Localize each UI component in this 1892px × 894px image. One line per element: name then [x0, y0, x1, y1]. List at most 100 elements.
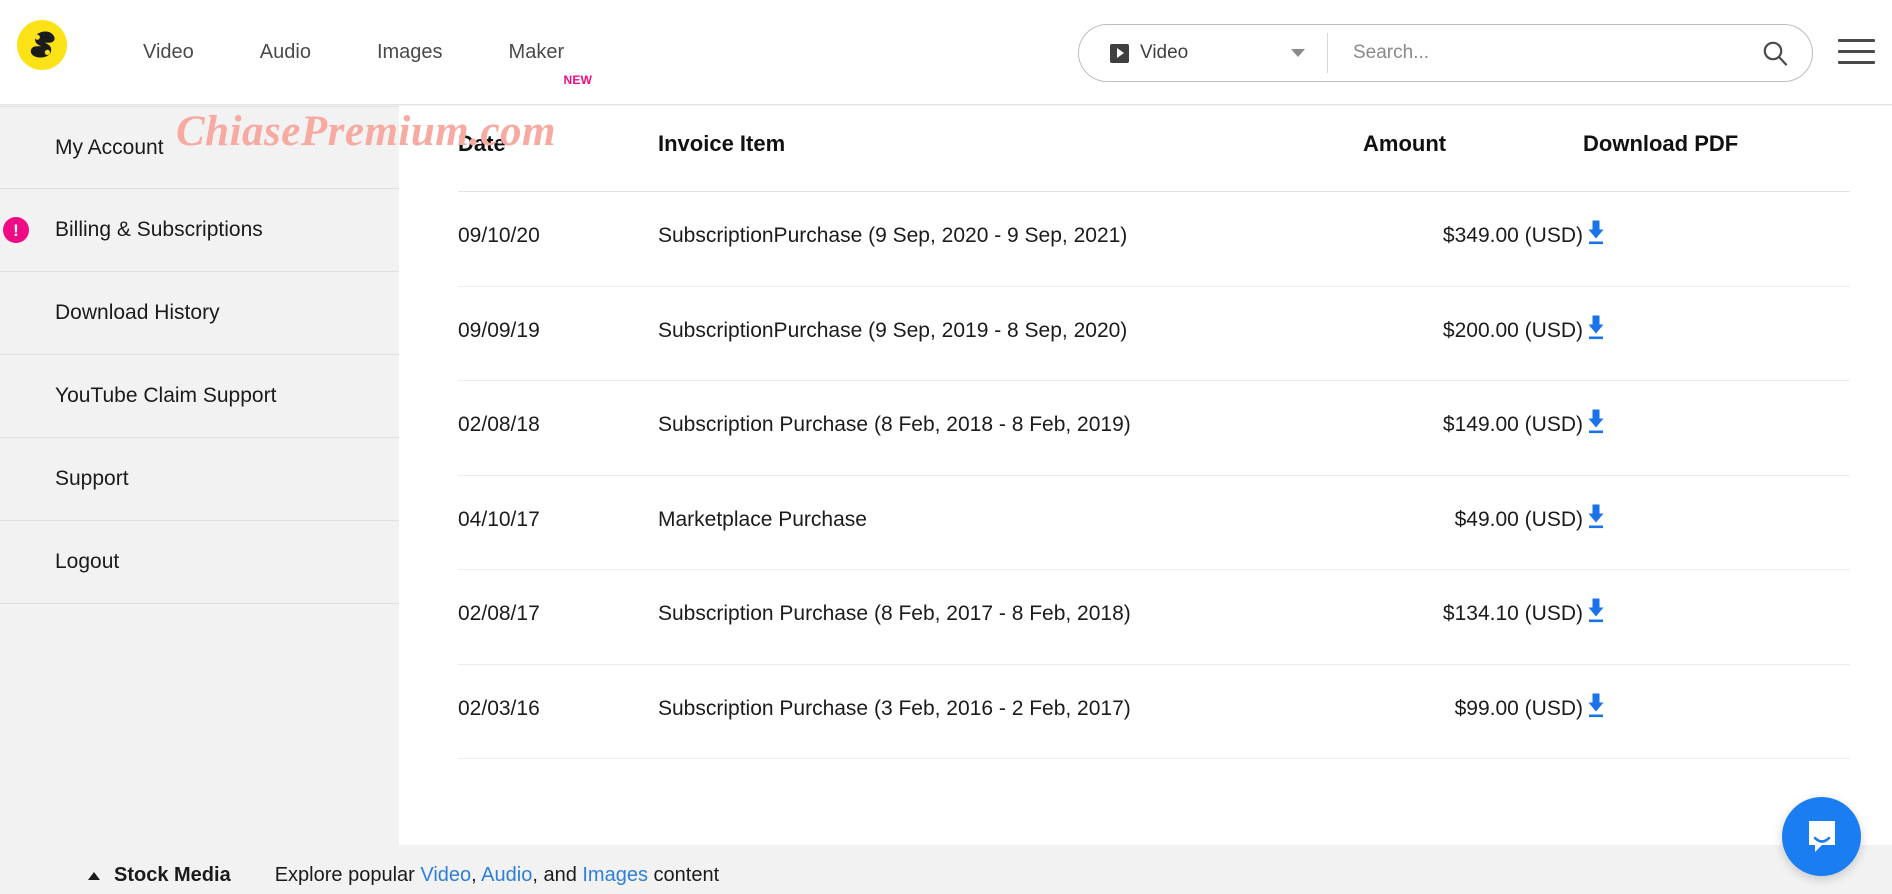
cell-date: 02/08/17	[458, 569, 658, 665]
search-icon	[1763, 41, 1788, 66]
billing-content-panel: Date Invoice Item Amount Download PDF 09…	[399, 106, 1892, 845]
sidebar-item-download-history[interactable]: Download History	[0, 272, 399, 355]
footer-description: Explore popular Video, Audio, and Images…	[275, 864, 719, 887]
cell-amount: $99.00 (USD)	[1363, 664, 1583, 759]
nav-label: Images	[376, 41, 443, 63]
table-row: 02/08/18 Subscription Purchase (8 Feb, 2…	[458, 380, 1850, 476]
cell-amount: $149.00 (USD)	[1363, 380, 1583, 476]
sidebar-item-label: My Account	[55, 135, 164, 159]
search-category-select[interactable]: Video	[1079, 25, 1327, 81]
download-arrow-icon	[1588, 598, 1604, 623]
column-header-date: Date	[458, 106, 658, 192]
table-row: 02/03/16 Subscription Purchase (3 Feb, 2…	[458, 664, 1850, 759]
download-pdf-button[interactable]	[1583, 220, 1609, 248]
hamburger-line	[1838, 38, 1875, 42]
download-pdf-button[interactable]	[1583, 693, 1609, 721]
table-row: 04/10/17 Marketplace Purchase $49.00 (US…	[458, 475, 1850, 570]
nav-label: Audio	[259, 41, 311, 63]
invoices-table: Date Invoice Item Amount Download PDF 09…	[458, 106, 1850, 759]
download-pdf-button[interactable]	[1583, 598, 1609, 626]
page-root: Video Audio Images Maker NEW Video Searc…	[0, 0, 1892, 894]
hamburger-line	[1838, 49, 1875, 53]
cell-date: 02/08/18	[458, 380, 658, 476]
cell-date: 09/09/19	[458, 286, 658, 381]
account-sidebar: My Account ! Billing & Subscriptions Dow…	[0, 106, 399, 848]
search-input[interactable]	[1328, 25, 1738, 81]
footer-desc-suffix: content	[647, 864, 720, 886]
footer-link-video[interactable]: Video	[420, 864, 471, 886]
sidebar-filler	[0, 604, 399, 864]
sidebar-item-logout[interactable]: Logout	[0, 521, 399, 604]
download-arrow-icon	[1588, 504, 1604, 528]
cell-item: Subscription Purchase (8 Feb, 2017 - 8 F…	[658, 569, 1363, 665]
cell-download	[1583, 191, 1850, 287]
storyblocks-logo[interactable]	[17, 20, 67, 70]
download-arrow-icon	[1588, 220, 1604, 245]
new-badge: NEW	[563, 73, 593, 87]
cell-download	[1583, 569, 1850, 665]
nav-label: Video	[143, 41, 194, 63]
download-arrow-icon	[1588, 315, 1604, 339]
cell-download	[1583, 475, 1850, 570]
table-header-row: Date Invoice Item Amount Download PDF	[458, 106, 1850, 192]
cell-download	[1583, 664, 1850, 759]
column-header-invoice-item: Invoice Item	[658, 106, 1363, 192]
cell-date: 09/10/20	[458, 191, 658, 287]
download-pdf-button[interactable]	[1583, 504, 1609, 532]
sidebar-item-my-account[interactable]: My Account	[0, 106, 399, 189]
chevron-up-icon	[88, 871, 100, 880]
hamburger-menu-icon[interactable]	[1838, 32, 1876, 70]
cell-amount: $349.00 (USD)	[1363, 191, 1583, 287]
footer-sep-1: ,	[471, 864, 482, 886]
column-header-amount: Amount	[1363, 106, 1583, 192]
download-arrow-icon	[1588, 693, 1604, 717]
cell-download	[1583, 286, 1850, 381]
sidebar-item-label: Support	[55, 467, 129, 490]
cell-amount: $200.00 (USD)	[1363, 286, 1583, 381]
cell-amount: $134.10 (USD)	[1363, 569, 1583, 665]
footer-link-audio[interactable]: Audio	[481, 864, 532, 886]
video-icon	[1110, 43, 1129, 63]
nav-item-maker[interactable]: Maker NEW	[476, 0, 598, 105]
download-pdf-button[interactable]	[1583, 315, 1609, 343]
footer-link-images[interactable]: Images	[582, 864, 648, 886]
footer-section-title: Stock Media	[114, 864, 231, 886]
sidebar-item-label: Billing & Subscriptions	[55, 218, 263, 241]
nav-item-audio[interactable]: Audio	[227, 0, 344, 105]
footer-desc-prefix: Explore popular	[274, 864, 421, 886]
chat-launcher-button[interactable]	[1782, 797, 1861, 876]
sidebar-item-billing-subscriptions[interactable]: ! Billing & Subscriptions	[0, 189, 399, 272]
sidebar-item-support[interactable]: Support	[0, 438, 399, 521]
sidebar-item-youtube-claim-support[interactable]: YouTube Claim Support	[0, 355, 399, 438]
cell-item: Marketplace Purchase	[658, 475, 1363, 570]
alert-icon: !	[3, 217, 29, 243]
download-pdf-button[interactable]	[1583, 409, 1609, 437]
cell-date: 02/03/16	[458, 664, 658, 759]
cell-item: SubscriptionPurchase (9 Sep, 2019 - 8 Se…	[658, 286, 1363, 381]
chevron-down-icon	[1291, 49, 1305, 57]
cell-item: SubscriptionPurchase (9 Sep, 2020 - 9 Se…	[658, 191, 1363, 287]
site-header: Video Audio Images Maker NEW Video	[0, 0, 1892, 105]
cell-download	[1583, 380, 1850, 476]
invoices-table-head: Date Invoice Item Amount Download PDF	[458, 106, 1850, 192]
cell-item: Subscription Purchase (8 Feb, 2018 - 8 F…	[658, 380, 1363, 476]
nav-item-video[interactable]: Video	[110, 0, 227, 105]
hamburger-line	[1838, 60, 1875, 64]
table-row: 09/09/19 SubscriptionPurchase (9 Sep, 20…	[458, 286, 1850, 381]
search-submit-button[interactable]	[1738, 25, 1812, 81]
search-bar: Video	[1078, 24, 1813, 82]
column-header-download-pdf: Download PDF	[1583, 106, 1850, 192]
footer-stock-media-row: Stock Media Explore popular Video, Audio…	[88, 864, 719, 887]
download-arrow-icon	[1588, 409, 1604, 434]
sidebar-item-label: YouTube Claim Support	[55, 384, 277, 407]
sidebar-item-label: Logout	[55, 550, 120, 573]
footer-sep-2: , and	[532, 864, 583, 886]
nav-item-images[interactable]: Images	[344, 0, 476, 105]
cell-date: 04/10/17	[458, 475, 658, 570]
search-category-label: Video	[1140, 42, 1189, 63]
chat-bubble-icon	[1808, 820, 1835, 852]
invoices-table-body: 09/10/20 SubscriptionPurchase (9 Sep, 20…	[458, 191, 1850, 759]
table-row: 02/08/17 Subscription Purchase (8 Feb, 2…	[458, 569, 1850, 665]
cell-amount: $49.00 (USD)	[1363, 475, 1583, 570]
cell-item: Subscription Purchase (3 Feb, 2016 - 2 F…	[658, 664, 1363, 759]
